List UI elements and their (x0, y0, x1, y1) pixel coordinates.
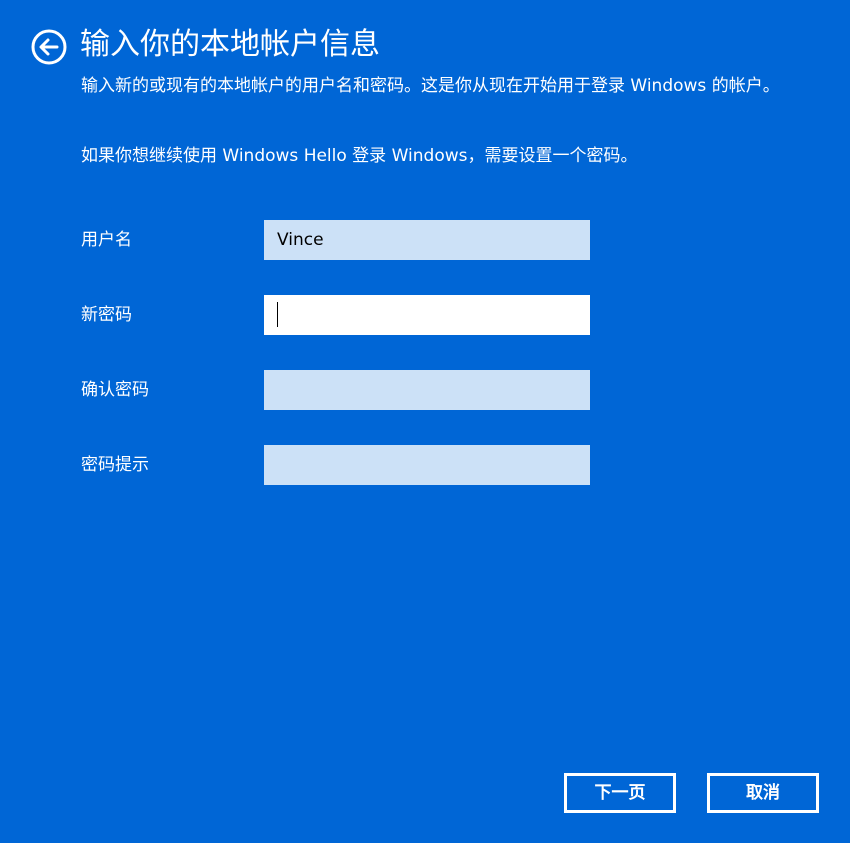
local-account-setup-page: 输入你的本地帐户信息 输入新的或现有的本地帐户的用户名和密码。这是你从现在开始用… (0, 0, 850, 843)
new-password-label: 新密码 (81, 305, 132, 325)
password-hint-input[interactable] (264, 445, 590, 485)
account-description: 输入新的或现有的本地帐户的用户名和密码。这是你从现在开始用于登录 Windows… (81, 76, 780, 96)
page-title: 输入你的本地帐户信息 (80, 27, 380, 62)
back-arrow-icon[interactable] (31, 29, 67, 65)
windows-hello-note: 如果你想继续使用 Windows Hello 登录 Windows，需要设置一个… (81, 146, 638, 166)
text-cursor (277, 302, 278, 327)
username-input[interactable] (264, 220, 590, 260)
confirm-password-label: 确认密码 (81, 380, 149, 400)
username-label: 用户名 (81, 230, 132, 250)
new-password-input[interactable] (264, 295, 590, 335)
confirm-password-input[interactable] (264, 370, 590, 410)
password-hint-label: 密码提示 (81, 455, 149, 475)
next-button[interactable]: 下一页 (564, 773, 676, 813)
cancel-button[interactable]: 取消 (707, 773, 819, 813)
